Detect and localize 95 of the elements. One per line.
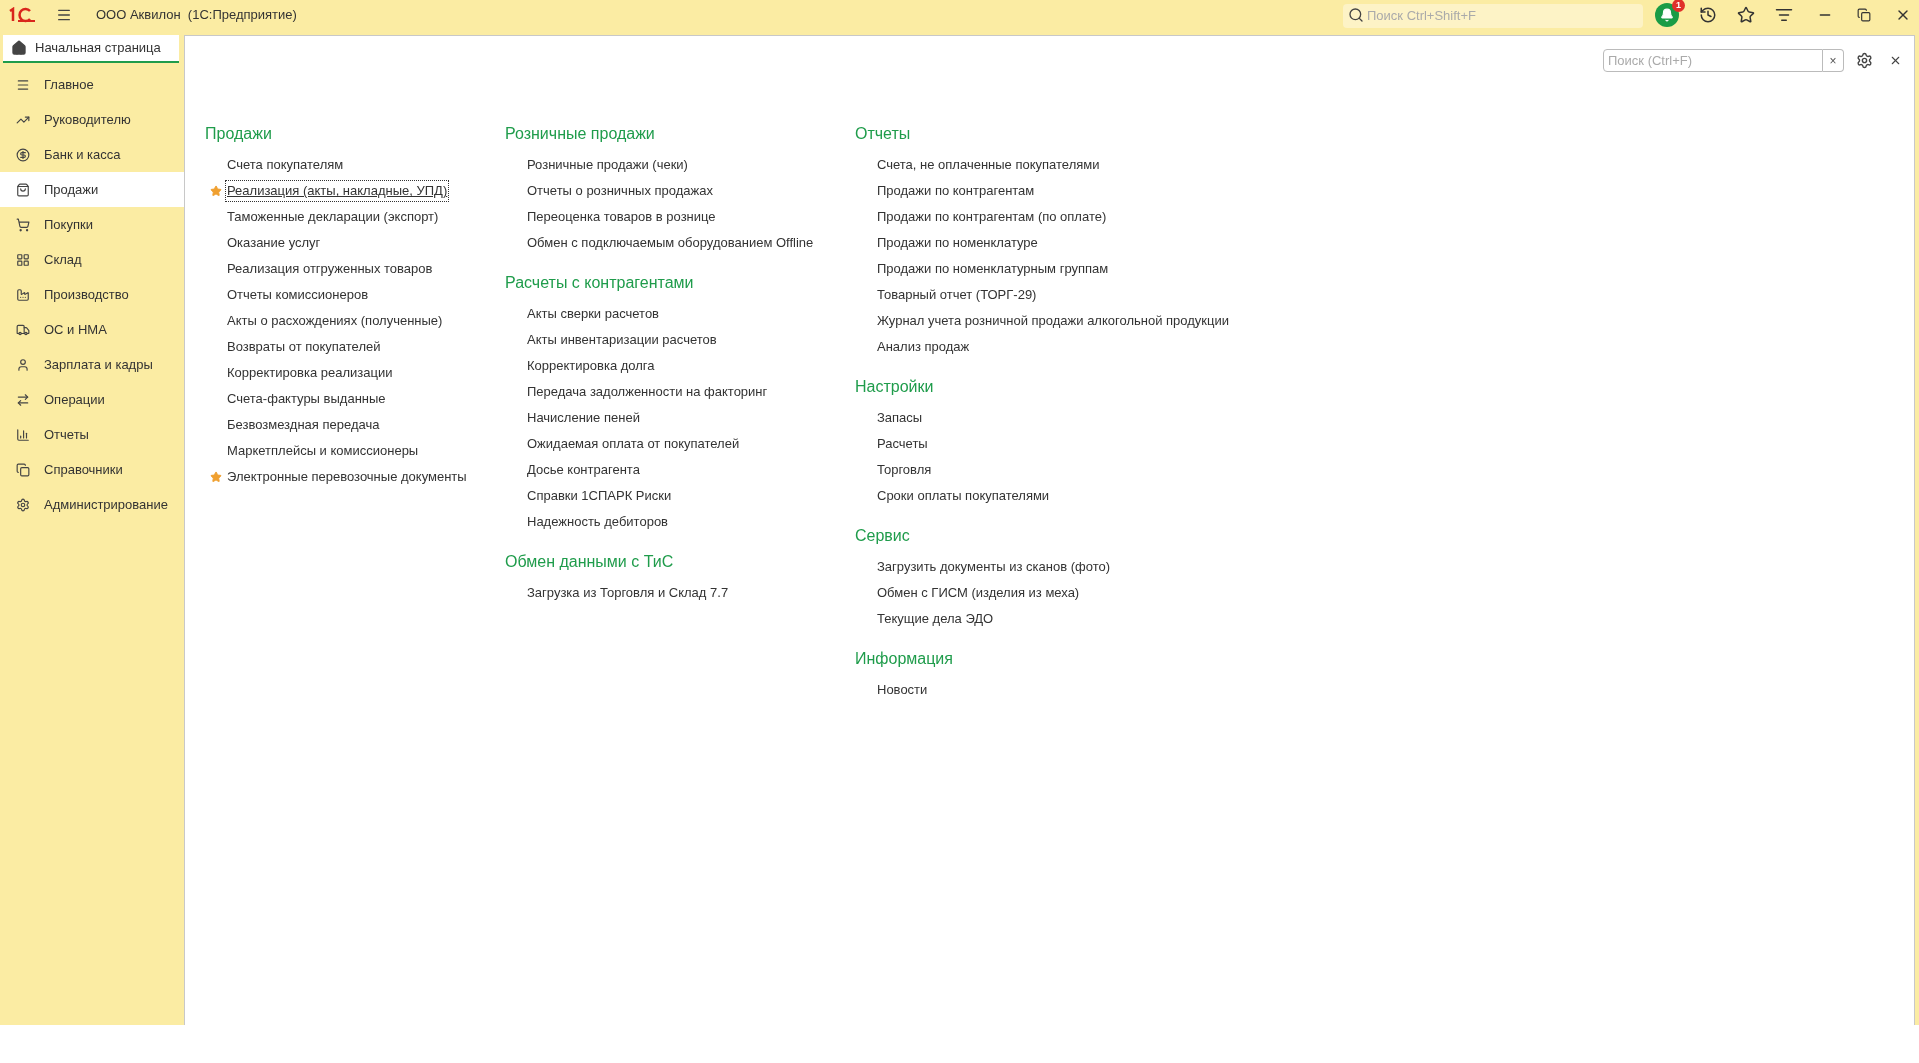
sidebar-item[interactable]: Справочники <box>0 452 184 487</box>
star-icon[interactable] <box>1737 6 1755 24</box>
global-search-field[interactable]: Поиск Ctrl+Shift+F <box>1343 3 1643 28</box>
menu-link[interactable]: Продажи по контрагентам (по оплате) <box>876 207 1108 227</box>
menu-link[interactable]: Акты сверки расчетов <box>526 304 661 324</box>
menu-link[interactable]: Начисление пеней <box>526 408 641 428</box>
sidebar-item[interactable]: Отчеты <box>0 417 184 452</box>
menu-link[interactable]: Текущие дела ЭДО <box>876 609 995 629</box>
section-heading: Обмен данными с ТиС <box>505 552 674 572</box>
home-icon <box>11 40 27 56</box>
menu-link[interactable]: Продажи по контрагентам <box>876 181 1036 201</box>
sidebar-item[interactable]: ОС и НМА <box>0 312 184 347</box>
menu-link[interactable]: Реализация отгруженных товаров <box>226 259 434 279</box>
sidebar-item[interactable]: Банк и касса <box>0 137 184 172</box>
menu-link[interactable]: Акты о расхождениях (полученные) <box>226 311 444 331</box>
menu-link[interactable]: Электронные перевозочные документы <box>226 467 468 487</box>
section-heading: Продажи <box>205 124 272 144</box>
section-heading: Настройки <box>855 377 934 397</box>
menu-link[interactable]: Переоценка товаров в рознице <box>526 207 717 227</box>
cart-icon <box>16 217 30 232</box>
menu-link[interactable]: Реализация (акты, накладные, УПД) <box>226 181 449 201</box>
sidebar-item[interactable]: Склад <box>0 242 184 277</box>
sidebar-item[interactable]: Главное <box>0 67 184 102</box>
sidebar-item[interactable]: Зарплата и кадры <box>0 347 184 382</box>
history-icon[interactable] <box>1699 6 1717 24</box>
menu-link[interactable]: Акты инвентаризации расчетов <box>526 330 718 350</box>
sidebar-item[interactable]: Покупки <box>0 207 184 242</box>
settings-icon[interactable] <box>1856 52 1873 69</box>
menu-link[interactable]: Отчеты комиссионеров <box>226 285 370 305</box>
sidebar-item[interactable]: Администрирование <box>0 487 184 522</box>
factory-icon <box>16 287 30 302</box>
menu-link[interactable]: Продажи по номенклатуре <box>876 233 1039 253</box>
close-icon[interactable] <box>1889 54 1902 67</box>
section-heading: Отчеты <box>855 124 911 144</box>
arrows-icon <box>16 392 30 407</box>
menu-link[interactable]: Розничные продажи (чеки) <box>526 155 689 175</box>
sidebar-item[interactable]: Продажи <box>0 172 184 207</box>
menu-link[interactable]: Корректировка реализации <box>226 363 394 383</box>
menu-link[interactable]: Справки 1СПАРК Риски <box>526 486 673 506</box>
menu-link[interactable]: Надежность дебиторов <box>526 512 669 532</box>
favorite-star-icon[interactable] <box>209 185 222 197</box>
menu-link[interactable]: Таможенные декларации (экспорт) <box>226 207 440 227</box>
menu-link[interactable]: Журнал учета розничной продажи алкогольной продукции <box>876 311 1230 331</box>
logo-icon <box>8 7 36 23</box>
section-heading: Розничные продажи <box>505 124 655 144</box>
menu-link[interactable]: Запасы <box>876 408 924 428</box>
notification-badge: 1 <box>1672 0 1685 12</box>
sidebar-item[interactable]: Операции <box>0 382 184 417</box>
gear-icon <box>16 497 30 512</box>
menu-link[interactable]: Обмен с подключаемым оборудованием Offline <box>526 233 815 253</box>
sidebar-item[interactable]: Производство <box>0 277 184 312</box>
sidebar-item[interactable]: Руководителю <box>0 102 184 137</box>
menu-link[interactable]: Расчеты <box>876 434 929 454</box>
bar-chart-icon <box>16 427 30 442</box>
window-title: ООО Аквилон (1С:Предприятие) <box>96 6 297 25</box>
menu-link[interactable]: Маркетплейсы и комиссионеры <box>226 441 420 461</box>
menu-link[interactable]: Возвраты от покупателей <box>226 337 382 357</box>
menu-link[interactable]: Отчеты о розничных продажах <box>526 181 714 201</box>
menu-link[interactable]: Обмен с ГИСМ (изделия из меха) <box>876 583 1081 603</box>
menu-lines-icon <box>16 77 30 92</box>
stacked-pages-icon <box>16 462 30 477</box>
funnel-lines-icon[interactable] <box>1775 6 1793 24</box>
menu-link[interactable]: Загрузка из Торговля и Склад 7.7 <box>526 583 730 603</box>
menu-link[interactable]: Досье контрагента <box>526 460 641 480</box>
menu-link[interactable]: Корректировка долга <box>526 356 656 376</box>
form-search-field[interactable]: Поиск (Ctrl+F) <box>1603 49 1823 72</box>
truck-icon <box>16 322 30 337</box>
notification-bell-icon[interactable] <box>1655 3 1679 27</box>
menu-link[interactable]: Оказание услуг <box>226 233 322 253</box>
menu-link[interactable]: Торговля <box>876 460 933 480</box>
menu-link[interactable]: Ожидаемая оплата от покупателей <box>526 434 741 454</box>
favorite-star-icon[interactable] <box>209 471 222 483</box>
menu-icon[interactable] <box>56 7 72 23</box>
search-icon <box>1348 7 1364 23</box>
menu-link[interactable]: Анализ продаж <box>876 337 971 357</box>
grid-icon <box>16 252 30 267</box>
clear-search-button[interactable]: × <box>1823 49 1844 72</box>
coin-icon <box>16 147 30 162</box>
shopping-bag-icon <box>16 182 30 197</box>
menu-link[interactable]: Товарный отчет (ТОРГ-29) <box>876 285 1038 305</box>
menu-link[interactable]: Загрузить документы из сканов (фото) <box>876 557 1112 577</box>
restore-icon[interactable] <box>1857 8 1871 22</box>
menu-link[interactable]: Счета, не оплаченные покупателями <box>876 155 1101 175</box>
section-heading: Расчеты с контрагентами <box>505 273 694 293</box>
person-icon <box>16 357 30 372</box>
menu-link[interactable]: Счета покупателям <box>226 155 345 175</box>
menu-link[interactable]: Счета-фактуры выданные <box>226 389 387 409</box>
menu-link[interactable]: Новости <box>876 680 929 700</box>
menu-link[interactable]: Продажи по номенклатурным группам <box>876 259 1110 279</box>
home-tab[interactable]: Начальная страница <box>3 35 179 63</box>
menu-link[interactable]: Передача задолженности на факторинг <box>526 382 769 402</box>
menu-link[interactable]: Безвозмездная передача <box>226 415 381 435</box>
menu-link[interactable]: Сроки оплаты покупателями <box>876 486 1051 506</box>
section-heading: Информация <box>855 649 953 669</box>
section-heading: Сервис <box>855 526 910 546</box>
